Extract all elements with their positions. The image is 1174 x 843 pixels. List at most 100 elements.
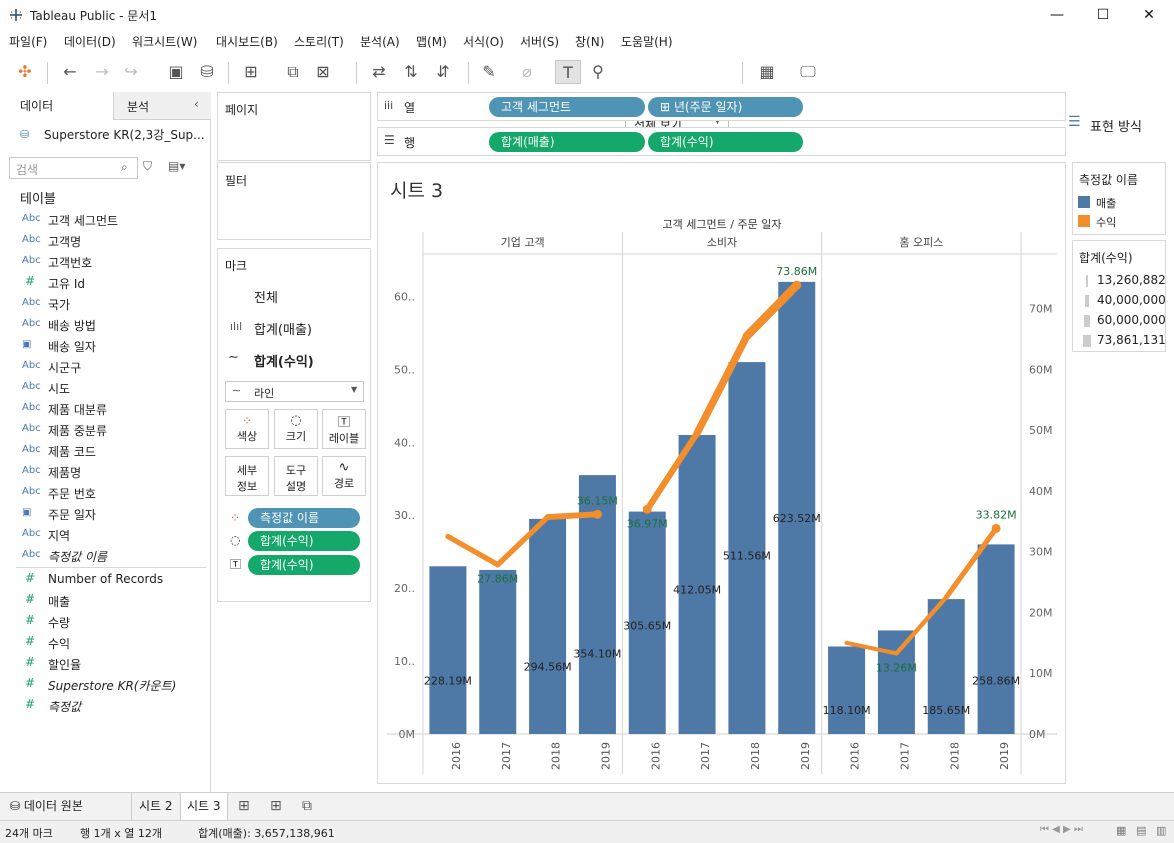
- field-item[interactable]: # 수익: [0, 632, 210, 653]
- undo-icon[interactable]: ←: [57, 60, 83, 84]
- legend-item-profit[interactable]: 수익: [1096, 214, 1116, 230]
- menu-format[interactable]: 서식(O): [463, 33, 504, 50]
- maximize-button[interactable]: ☐: [1080, 0, 1126, 30]
- field-item[interactable]: Abc 고객명: [0, 230, 210, 251]
- new-worksheet-icon[interactable]: ⊞: [232, 793, 256, 820]
- field-item[interactable]: Abc 제품 중분류: [0, 419, 210, 440]
- marks-sales-layer[interactable]: 합계(매출): [254, 319, 312, 338]
- presentation-mode-icon[interactable]: 🖵: [795, 60, 821, 84]
- rows-shelf[interactable]: ☰ 행 합계(매출) 합계(수익): [377, 127, 1066, 156]
- show-labels-icon[interactable]: T: [555, 60, 581, 84]
- search-box[interactable]: 검색 ⌕: [9, 157, 138, 179]
- size-button[interactable]: ◌ 크기: [274, 409, 318, 449]
- field-item[interactable]: # Superstore KR(카운트): [0, 674, 210, 695]
- highlight-pen-icon[interactable]: ✎: [476, 60, 502, 84]
- filter-icon[interactable]: ⛉: [143, 159, 152, 174]
- field-item[interactable]: # Number of Records: [0, 569, 210, 590]
- field-item[interactable]: ▣ 배송 일자: [0, 335, 210, 356]
- menu-story[interactable]: 스토리(T): [294, 33, 344, 50]
- field-item[interactable]: Abc 지역: [0, 524, 210, 545]
- menu-help[interactable]: 도움말(H): [621, 33, 673, 50]
- minimize-button[interactable]: —: [1034, 0, 1080, 30]
- field-item[interactable]: Abc 시도: [0, 377, 210, 398]
- duplicate-sheet-icon[interactable]: ⧉: [280, 60, 306, 84]
- datasource-name[interactable]: Superstore KR(2,3강_Sup...: [44, 126, 205, 143]
- size-legend[interactable]: 합계(수익) 13,260,882 40,000,000 60,000,000 …: [1072, 240, 1166, 352]
- pill-year-order-date[interactable]: ⊞ 년(주문 일자): [648, 97, 803, 117]
- field-item[interactable]: Abc 주문 번호: [0, 482, 210, 503]
- swap-rows-columns-icon[interactable]: ⇄: [366, 60, 392, 84]
- field-item[interactable]: Abc 배송 방법: [0, 314, 210, 335]
- field-item[interactable]: Abc 고객번호: [0, 251, 210, 272]
- field-item[interactable]: Abc 제품 대분류: [0, 398, 210, 419]
- grid-view-icon[interactable]: ▦: [1116, 824, 1126, 837]
- menu-server[interactable]: 서버(S): [520, 33, 559, 50]
- filmstrip-view-icon[interactable]: ▤: [1136, 824, 1146, 837]
- view-list-icon[interactable]: ▤▾: [168, 159, 185, 173]
- legend-item-sales[interactable]: 매출: [1096, 195, 1116, 211]
- columns-shelf[interactable]: iii 열 고객 세그먼트 ⊞ 년(주문 일자): [377, 92, 1066, 121]
- field-item[interactable]: # 고유 Id: [0, 272, 210, 293]
- field-item[interactable]: # 매출: [0, 590, 210, 611]
- field-item[interactable]: Abc 시군구: [0, 356, 210, 377]
- field-item[interactable]: Abc 고객 세그먼트: [0, 209, 210, 230]
- menu-data[interactable]: 데이터(D): [64, 33, 116, 50]
- pill-color-measure-names[interactable]: 측정값 이름: [248, 508, 360, 528]
- pager-icons[interactable]: ⏮ ◀ ▶ ⏭: [1040, 824, 1083, 835]
- sort-descending-icon[interactable]: ⇵: [430, 60, 456, 84]
- mark-type-select[interactable]: ∼ 라인 ▼: [225, 381, 364, 402]
- menu-file[interactable]: 파일(F): [9, 33, 47, 50]
- pill-sum-sales[interactable]: 합계(매출): [489, 132, 645, 152]
- tab-sheet2[interactable]: 시트 2: [133, 793, 179, 820]
- new-dashboard-icon[interactable]: ⊞: [264, 793, 288, 820]
- forward-icon[interactable]: ↪: [118, 60, 144, 84]
- tableau-home-icon[interactable]: ✣: [12, 60, 38, 84]
- tab-datasource[interactable]: ⛁ 데이터 원본: [4, 793, 89, 820]
- close-button[interactable]: ✕: [1126, 0, 1172, 30]
- tab-sheet3[interactable]: 시트 3: [180, 793, 228, 821]
- tooltip-button[interactable]: 도구 설명: [274, 456, 318, 496]
- search-input[interactable]: 검색: [16, 161, 38, 178]
- menu-worksheet[interactable]: 워크시트(W): [132, 33, 197, 50]
- sort-ascending-icon[interactable]: ⇅: [398, 60, 424, 84]
- menu-analysis[interactable]: 분석(A): [360, 33, 400, 50]
- combo-chart[interactable]: 고객 세그먼트 / 주문 일자기업 고객 소비자 홈 오피스 0M 10.. 20.. 30…: [377, 184, 1066, 784]
- field-item[interactable]: ▣ 주문 일자: [0, 503, 210, 524]
- menu-window[interactable]: 창(N): [575, 33, 604, 50]
- menu-dashboard[interactable]: 대시보드(B): [216, 33, 278, 50]
- collapse-pane-icon[interactable]: ‹: [194, 97, 199, 111]
- color-legend[interactable]: 측정값 이름 매출 수익: [1072, 162, 1166, 235]
- tab-data[interactable]: 데이터: [20, 92, 114, 120]
- redo-icon[interactable]: →: [89, 60, 115, 84]
- new-story-icon[interactable]: ⧉: [296, 793, 318, 820]
- pill-label-profit[interactable]: 합계(수익): [248, 555, 360, 575]
- new-datasource-icon[interactable]: ⛁: [194, 60, 220, 84]
- show-cards-icon[interactable]: ▦: [754, 60, 780, 84]
- menu-map[interactable]: 맵(M): [416, 33, 447, 50]
- field-item[interactable]: # 수량: [0, 611, 210, 632]
- show-me-button[interactable]: ☰ 표현 방식: [1068, 114, 1164, 135]
- group-clip-icon[interactable]: ⌀: [514, 60, 540, 84]
- marks-all[interactable]: 전체: [254, 287, 278, 306]
- path-button[interactable]: ∿ 경로: [322, 456, 366, 496]
- field-item[interactable]: Abc 측정값 이름: [0, 545, 210, 566]
- pages-card[interactable]: 페이지: [217, 92, 371, 161]
- tab-view-icon[interactable]: ▥: [1156, 824, 1166, 837]
- color-button[interactable]: ⁘ 색상: [225, 409, 269, 449]
- fix-axes-icon[interactable]: ⚲: [585, 60, 611, 84]
- label-button[interactable]: 🅃 레이블: [322, 409, 366, 449]
- save-icon[interactable]: ▣: [163, 60, 189, 84]
- marks-profit-layer[interactable]: 합계(수익): [254, 351, 314, 370]
- field-item[interactable]: Abc 국가: [0, 293, 210, 314]
- new-worksheet-icon[interactable]: ⊞: [238, 60, 264, 84]
- detail-button[interactable]: 세부 정보: [225, 456, 269, 496]
- field-item[interactable]: # 할인율: [0, 653, 210, 674]
- pill-sum-profit[interactable]: 합계(수익): [648, 132, 803, 152]
- pill-customer-segment[interactable]: 고객 세그먼트: [489, 97, 645, 117]
- field-item[interactable]: Abc 제품명: [0, 461, 210, 482]
- pill-size-profit[interactable]: 합계(수익): [248, 531, 360, 551]
- clear-sheet-icon[interactable]: ⊠: [310, 60, 336, 84]
- field-item[interactable]: # 측정값: [0, 695, 210, 716]
- tab-analysis-bg[interactable]: 분석 ‹: [113, 92, 211, 120]
- filters-card[interactable]: 필터: [217, 162, 371, 240]
